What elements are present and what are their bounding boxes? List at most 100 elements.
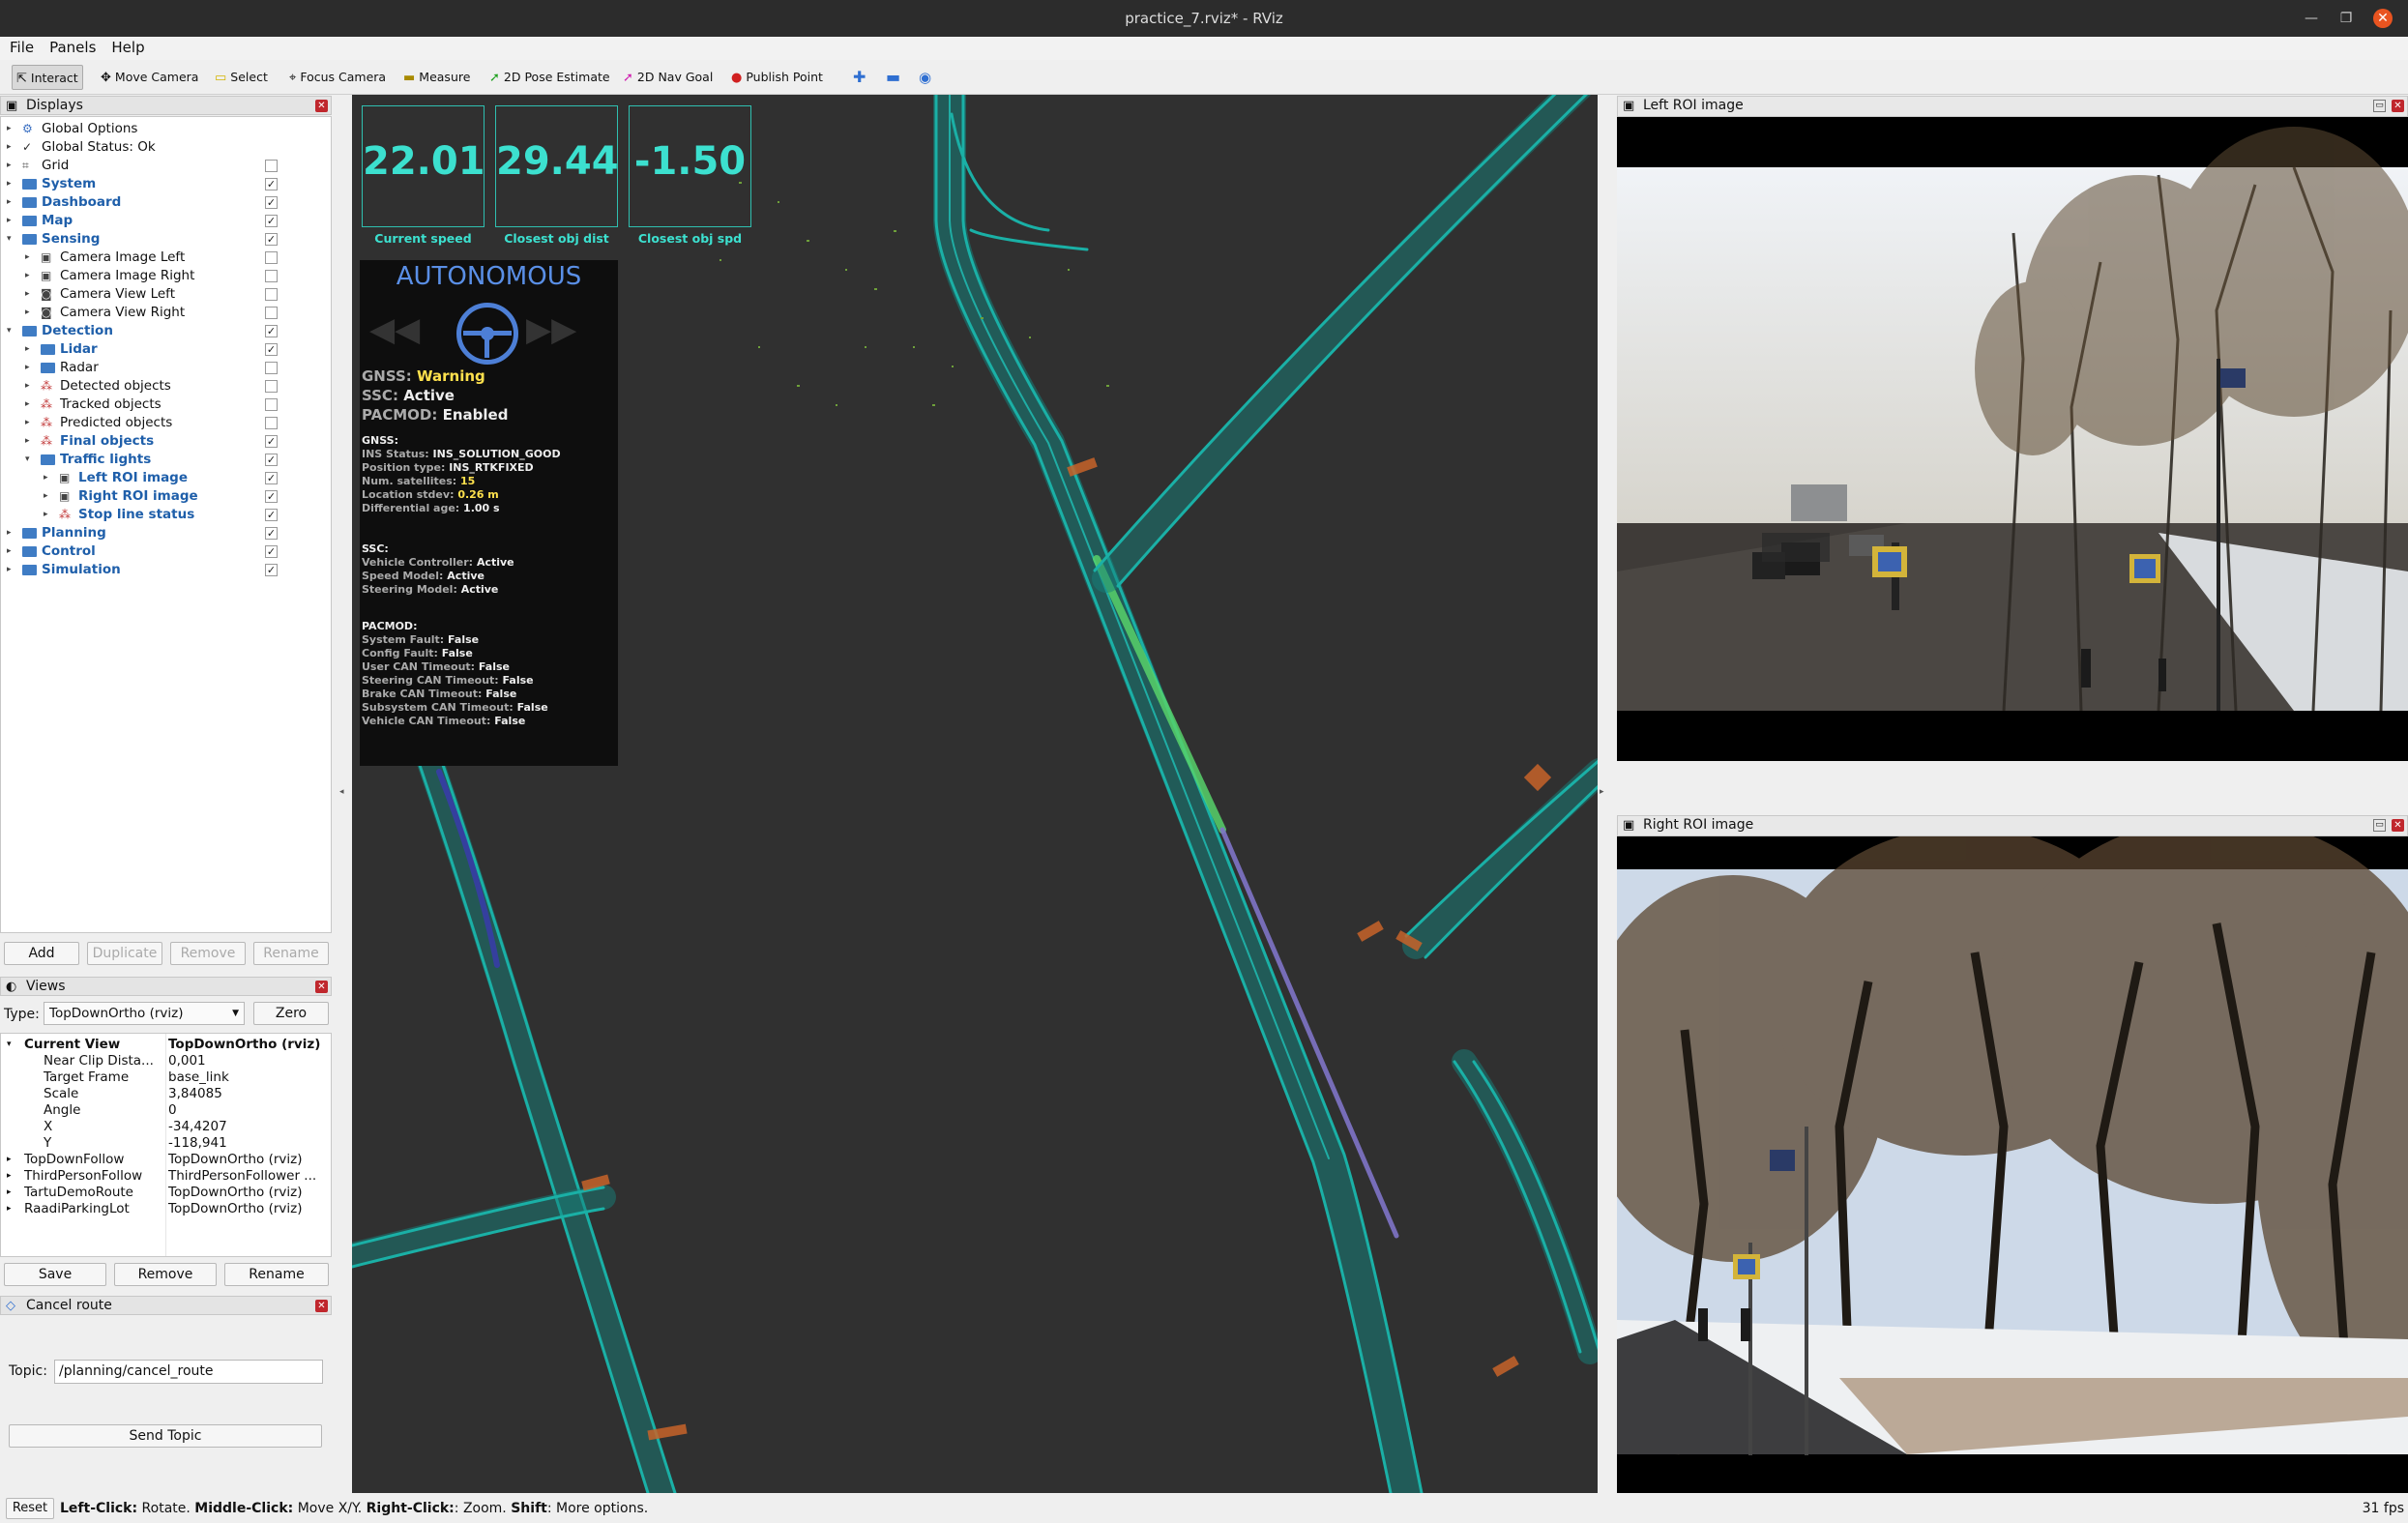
display-enable-checkbox[interactable]: ✓ <box>265 454 278 466</box>
display-enable-checkbox[interactable]: ✓ <box>265 509 278 521</box>
expand-right-icon[interactable]: ▸ <box>7 542 16 561</box>
display-item[interactable]: ▸ ◙ Camera View Right <box>1 304 331 322</box>
display-enable-checkbox[interactable] <box>265 251 278 264</box>
display-item[interactable]: ▸ System ✓ <box>1 175 331 193</box>
display-item[interactable]: ▾ Traffic lights ✓ <box>1 451 331 469</box>
display-enable-checkbox[interactable]: ✓ <box>265 472 278 484</box>
panel-close-icon[interactable]: ✕ <box>315 100 328 112</box>
display-item[interactable]: ▸ Simulation ✓ <box>1 561 331 579</box>
display-item[interactable]: ▸ ⁂ Stop line status ✓ <box>1 506 331 524</box>
panel-close-icon[interactable]: ✕ <box>2392 100 2404 112</box>
display-item[interactable]: ▸ ✓ Global Status: Ok <box>1 138 331 157</box>
menu-panels[interactable]: Panels <box>44 37 102 58</box>
display-item[interactable]: ▸ ⁂ Predicted objects <box>1 414 331 432</box>
display-enable-checkbox[interactable]: ✓ <box>265 527 278 540</box>
focus-camera-tool-button[interactable]: ⌖ Focus Camera <box>285 65 390 90</box>
expand-right-icon[interactable]: ▸ <box>7 561 16 579</box>
display-item[interactable]: ▸ Control ✓ <box>1 542 331 561</box>
display-item[interactable]: ▸ ⁂ Tracked objects <box>1 395 331 414</box>
remove-display-button[interactable]: Remove <box>170 942 246 965</box>
topic-input[interactable]: /planning/cancel_route <box>54 1360 323 1384</box>
move-camera-tool-button[interactable]: ✥ Move Camera <box>97 65 202 90</box>
expand-right-icon[interactable]: ▸ <box>7 120 16 138</box>
display-enable-checkbox[interactable]: ✓ <box>265 490 278 503</box>
expand-right-icon[interactable]: ▸ <box>7 175 16 193</box>
minimize-icon[interactable]: — <box>2302 9 2321 28</box>
display-item[interactable]: ▸ Planning ✓ <box>1 524 331 542</box>
display-enable-checkbox[interactable] <box>265 398 278 411</box>
rename-display-button[interactable]: Rename <box>253 942 329 965</box>
expand-right-icon[interactable]: ▸ <box>7 1201 12 1217</box>
expand-right-icon[interactable]: ▸ <box>7 193 16 212</box>
close-icon[interactable]: ✕ <box>2373 9 2393 28</box>
panel-close-icon[interactable]: ✕ <box>315 1300 328 1312</box>
display-enable-checkbox[interactable]: ✓ <box>265 545 278 558</box>
display-enable-checkbox[interactable] <box>265 160 278 172</box>
menu-help[interactable]: Help <box>105 37 150 58</box>
display-enable-checkbox[interactable]: ✓ <box>265 196 278 209</box>
display-enable-checkbox[interactable] <box>265 307 278 319</box>
display-item[interactable]: ▸ Map ✓ <box>1 212 331 230</box>
display-item[interactable]: ▸ ▣ Camera Image Right <box>1 267 331 285</box>
display-item[interactable]: ▸ ▣ Left ROI image ✓ <box>1 469 331 487</box>
display-enable-checkbox[interactable] <box>265 380 278 393</box>
add-tool-icon[interactable]: ✚ <box>849 65 869 90</box>
display-enable-checkbox[interactable]: ✓ <box>265 233 278 246</box>
expand-right-icon[interactable]: ▸ <box>25 377 35 395</box>
interact-tool-button[interactable]: ⇱ Interact <box>12 65 83 90</box>
display-enable-checkbox[interactable]: ✓ <box>265 325 278 337</box>
display-item[interactable]: ▸ Radar <box>1 359 331 377</box>
display-enable-checkbox[interactable]: ✓ <box>265 435 278 448</box>
display-item[interactable]: ▸ Dashboard ✓ <box>1 193 331 212</box>
expand-right-icon[interactable]: ▸ <box>7 1168 12 1185</box>
display-item[interactable]: ▸ ⚙ Global Options <box>1 120 331 138</box>
measure-tool-button[interactable]: ▬ Measure <box>399 65 474 90</box>
tool-properties-icon[interactable]: ◉ <box>915 65 935 90</box>
maximize-icon[interactable]: ❐ <box>2336 9 2356 28</box>
zero-button[interactable]: Zero <box>253 1002 329 1025</box>
undock-icon[interactable]: ▭ <box>2373 819 2386 832</box>
display-item[interactable]: ▸ ▣ Camera Image Left <box>1 249 331 267</box>
display-item[interactable]: ▾ Detection ✓ <box>1 322 331 340</box>
expand-right-icon[interactable]: ▸ <box>25 359 35 377</box>
display-item[interactable]: ▸ ⁂ Detected objects <box>1 377 331 395</box>
display-enable-checkbox[interactable] <box>265 417 278 429</box>
display-enable-checkbox[interactable]: ✓ <box>265 178 278 190</box>
expand-right-icon[interactable]: ▸ <box>25 249 35 267</box>
display-item[interactable]: ▾ Sensing ✓ <box>1 230 331 249</box>
expand-right-icon[interactable]: ▸ <box>7 1152 12 1168</box>
expand-right-icon[interactable]: ▸ <box>44 469 53 487</box>
expand-right-icon[interactable]: ▸ <box>7 524 16 542</box>
splitter-right-arrow-icon[interactable]: ▸ <box>1600 787 1604 797</box>
send-topic-button[interactable]: Send Topic <box>9 1424 322 1448</box>
expand-right-icon[interactable]: ▸ <box>25 304 35 322</box>
expand-right-icon[interactable]: ▸ <box>7 157 16 175</box>
display-enable-checkbox[interactable] <box>265 288 278 301</box>
expand-down-icon[interactable]: ▾ <box>7 322 16 340</box>
menu-file[interactable]: File <box>4 37 40 58</box>
expand-right-icon[interactable]: ▸ <box>7 212 16 230</box>
expand-down-icon[interactable]: ▾ <box>25 451 35 469</box>
nav-goal-tool-button[interactable]: ➚ 2D Nav Goal <box>619 65 717 90</box>
reset-button[interactable]: Reset <box>6 1498 54 1519</box>
panel-close-icon[interactable]: ✕ <box>2392 819 2404 832</box>
display-enable-checkbox[interactable]: ✓ <box>265 215 278 227</box>
display-item[interactable]: ▸ ⌗ Grid <box>1 157 331 175</box>
splitter-left-arrow-icon[interactable]: ◂ <box>339 787 344 797</box>
select-tool-button[interactable]: ▭ Select <box>211 65 272 90</box>
expand-right-icon[interactable]: ▸ <box>25 414 35 432</box>
expand-right-icon[interactable]: ▸ <box>25 395 35 414</box>
remove-tool-icon[interactable]: ▬ <box>882 65 904 90</box>
expand-right-icon[interactable]: ▸ <box>25 432 35 451</box>
rename-view-button[interactable]: Rename <box>224 1263 329 1286</box>
undock-icon[interactable]: ▭ <box>2373 100 2386 112</box>
display-item[interactable]: ▸ ◙ Camera View Left <box>1 285 331 304</box>
expand-right-icon[interactable]: ▸ <box>44 506 53 524</box>
display-item[interactable]: ▸ ⁂ Final objects ✓ <box>1 432 331 451</box>
expand-right-icon[interactable]: ▸ <box>25 340 35 359</box>
display-enable-checkbox[interactable]: ✓ <box>265 564 278 576</box>
expand-right-icon[interactable]: ▸ <box>7 1185 12 1201</box>
expand-down-icon[interactable]: ▾ <box>7 230 16 249</box>
expand-right-icon[interactable]: ▸ <box>25 267 35 285</box>
render-viewport[interactable]: 22.01 Current speed 29.44 Closest obj di… <box>352 95 1598 1493</box>
